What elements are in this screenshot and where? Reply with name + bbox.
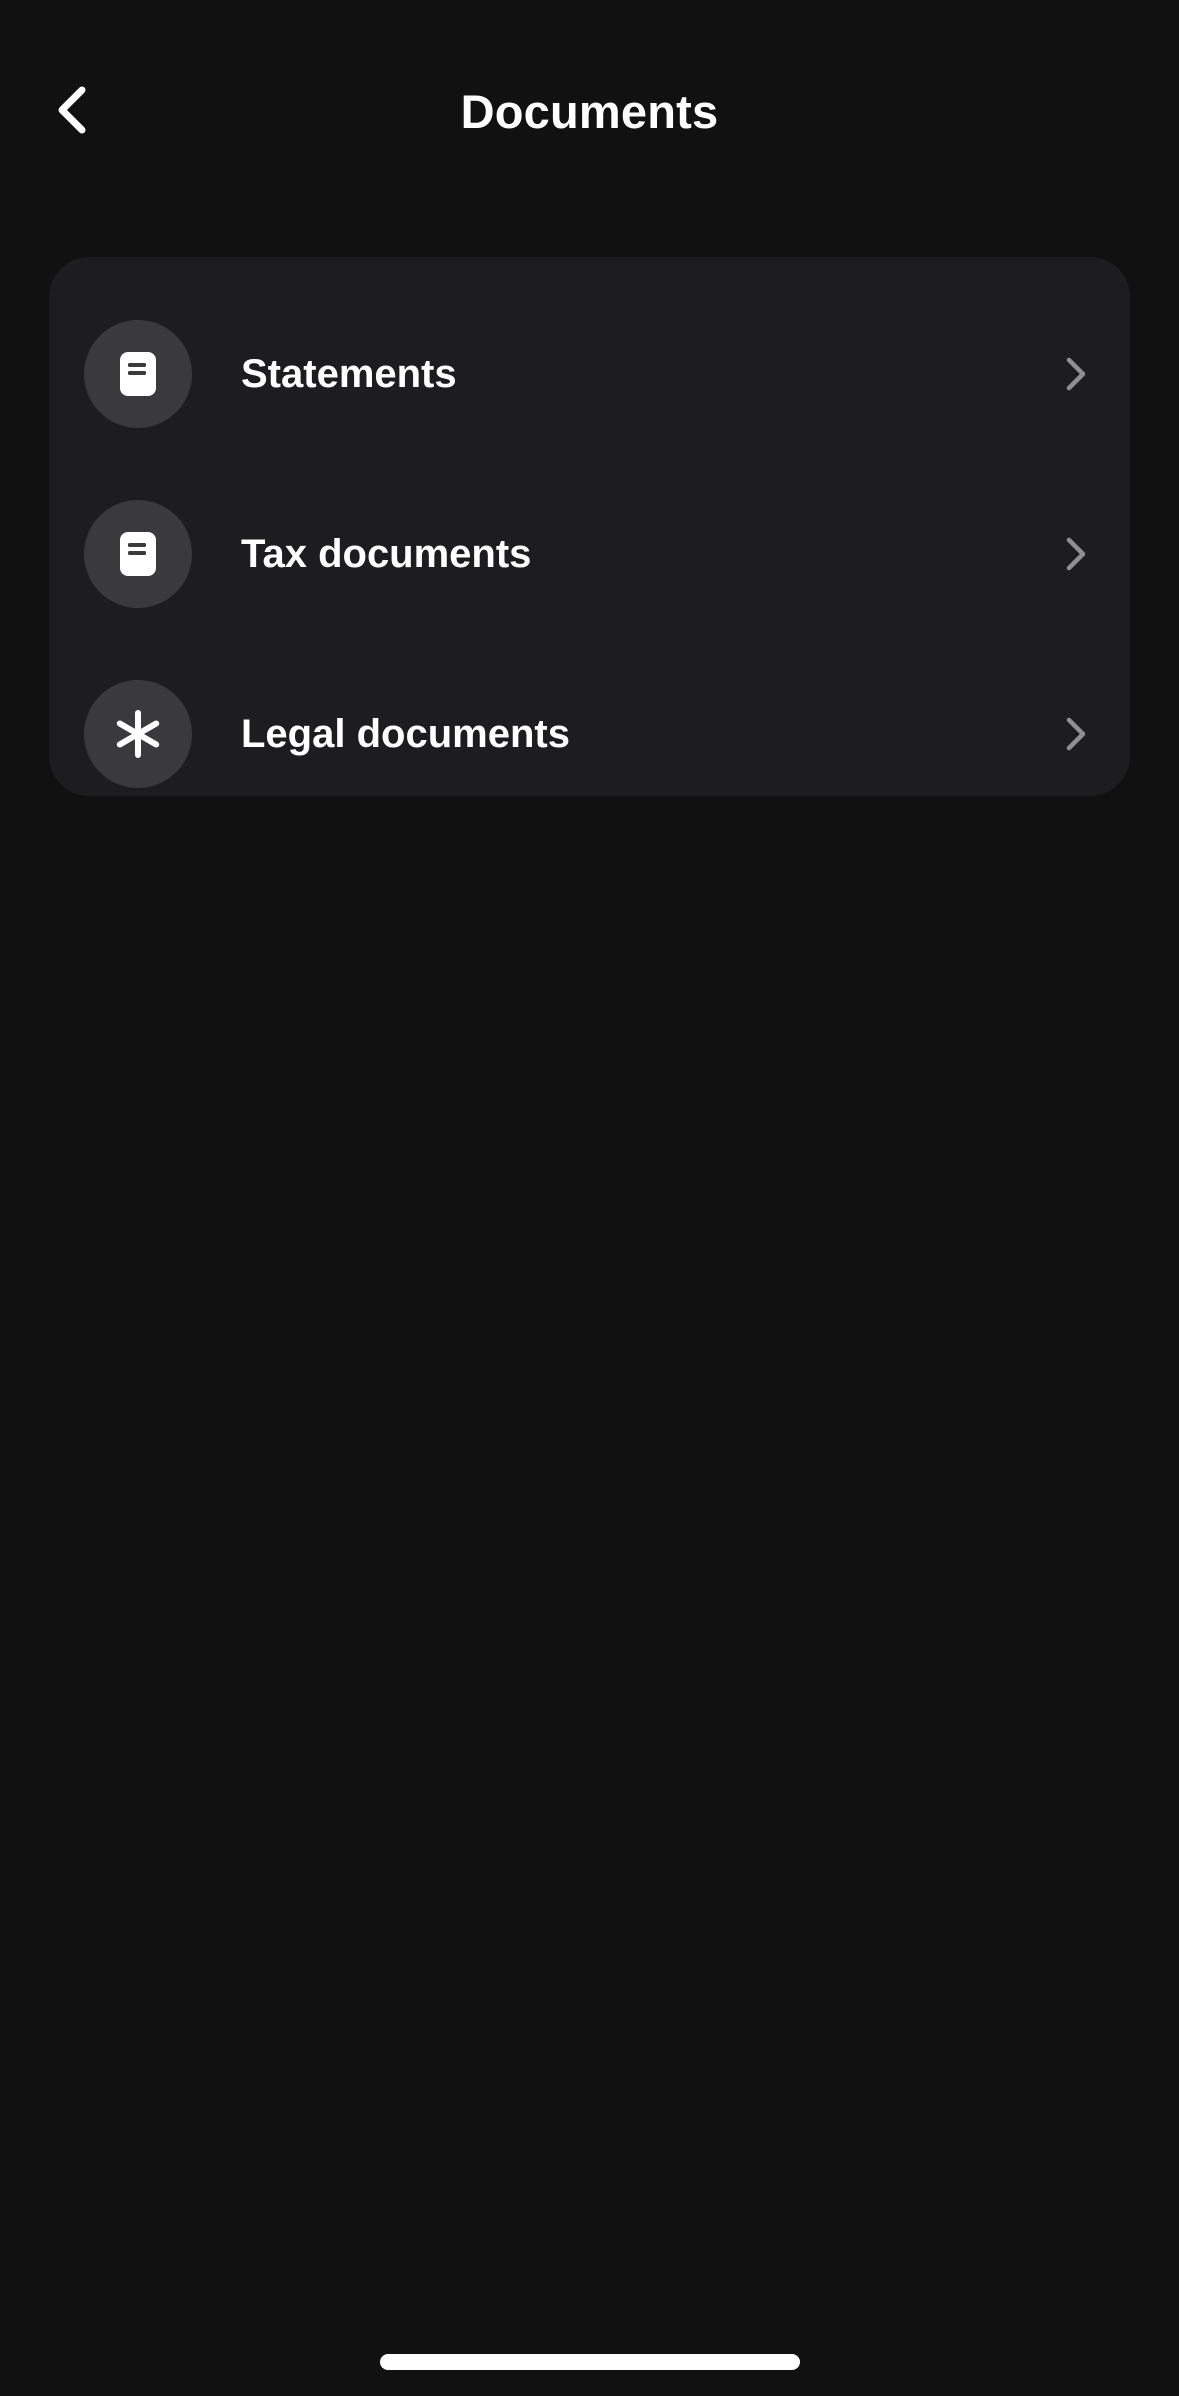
asterisk-icon <box>116 710 160 758</box>
list-item-tax-documents[interactable]: Tax documents <box>49 464 1130 644</box>
chevron-right-icon <box>1058 716 1094 752</box>
home-indicator[interactable] <box>380 2354 800 2370</box>
chevron-right-icon <box>1058 536 1094 572</box>
document-icon-circle <box>84 500 192 608</box>
list-item-statements[interactable]: Statements <box>49 284 1130 464</box>
page-title: Documents <box>460 85 719 138</box>
top-navigation-bar: Documents <box>0 0 1179 230</box>
list-item-legal-documents[interactable]: Legal documents <box>49 644 1130 824</box>
list-item-label: Statements <box>241 352 457 396</box>
document-icon-circle <box>84 320 192 428</box>
chevron-right-icon <box>1058 356 1094 392</box>
document-icon <box>120 352 156 396</box>
list-item-label: Legal documents <box>241 712 570 756</box>
document-icon <box>120 532 156 576</box>
list-item-label: Tax documents <box>241 532 532 576</box>
documents-list: Statements Tax documents Legal documents <box>49 257 1130 796</box>
asterisk-icon-circle <box>84 680 192 788</box>
